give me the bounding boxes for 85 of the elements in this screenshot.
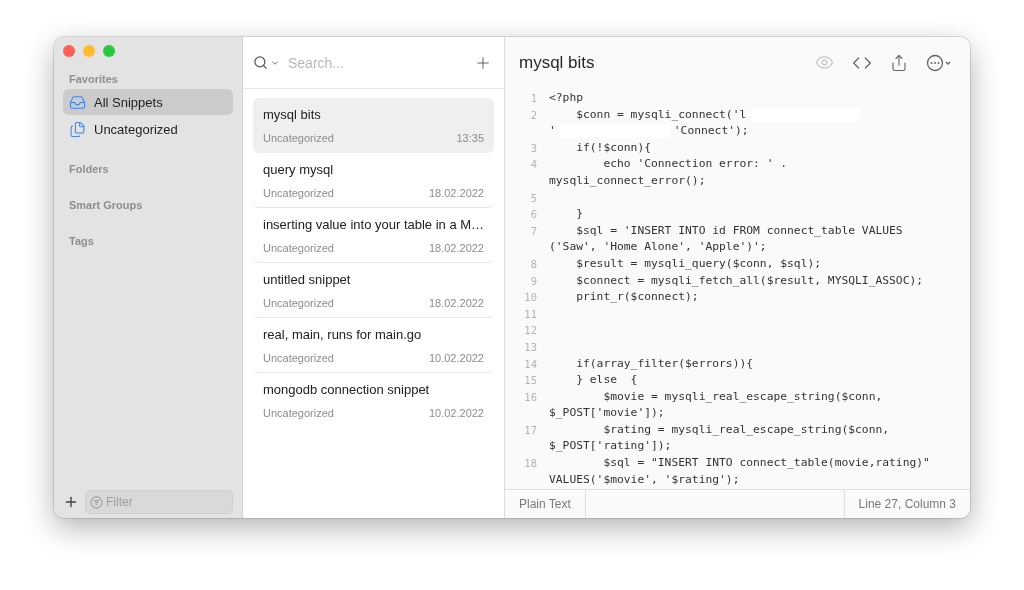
sidebar-item[interactable]: Uncategorized (63, 116, 233, 142)
code-text: $sql = 'INSERT INTO id FROM connect_table VALUES (575, 222, 903, 239)
snippet-date: 18.02.2022 (428, 297, 484, 309)
code-text: if(!$conn){ (575, 139, 652, 156)
share-icon[interactable] (890, 53, 908, 72)
language-label[interactable]: Plain Text (505, 490, 586, 518)
minimize-window-button[interactable] (83, 45, 95, 57)
snippet-title: inserting value into your table in a M… (263, 217, 484, 232)
snippet-category: Uncategorized (263, 187, 334, 199)
filter-icon (90, 495, 103, 509)
line-number: 13 (523, 339, 538, 355)
code-text: ('Saw', 'Home Alone', 'Apple')'; (549, 239, 767, 256)
code-text: $result = mysqli_query($conn, $sql); (575, 255, 822, 272)
code-text: 'Connect'); (673, 123, 749, 140)
code-text: } (575, 206, 583, 223)
code-text: echo 'Connection error: ' . (602, 156, 788, 173)
cursor-position: Line 27, Column 3 (843, 490, 970, 518)
code-text: mysqli_connect_error(); (549, 172, 706, 189)
snippet-item[interactable]: untitled snippet Uncategorized 18.02.2022 (253, 263, 494, 318)
snippet-item[interactable]: mongodb connection snippet Uncategorized 10.02.2022 (253, 373, 494, 428)
snippet-title: untitled snippet (263, 272, 352, 287)
code-text: $movie = mysqli_real_escape_string($conn, (602, 388, 883, 405)
line-number: 18 (523, 456, 538, 472)
add-icon[interactable] (63, 494, 79, 510)
line-number: 4 (529, 157, 538, 173)
snippet-category: Uncategorized (263, 242, 334, 254)
zoom-window-button[interactable] (103, 45, 115, 57)
preview-icon[interactable] (815, 53, 834, 72)
code-text: $_POST['rating']); (549, 438, 672, 455)
line-number: 1 (529, 91, 538, 106)
line-number: 9 (529, 273, 538, 289)
sidebar-section-title: Smart Groups (69, 199, 144, 211)
snippet-date: 18.02.2022 (428, 242, 484, 254)
line-number: 14 (523, 356, 538, 372)
code-text: $connect = mysqli_fetch_all($result, MYSQLI_ASSOC); (575, 272, 924, 289)
code-text: $rating = mysqli_real_escape_string($conn, (602, 421, 890, 438)
tray-icon (69, 93, 86, 111)
line-number: 11 (523, 306, 538, 322)
snippet-title: query mysql (263, 162, 335, 177)
snippet-date: 13:35 (456, 132, 484, 144)
snippet-item[interactable]: query mysql Uncategorized 18.02.2022 (253, 153, 494, 208)
snippet-title: real, main, runs for main.go (263, 327, 423, 342)
code-text: <?php (549, 90, 583, 106)
snippet-title: mongodb connection snippet (263, 382, 431, 397)
snippet-category: Uncategorized (263, 297, 334, 309)
snippet-title: mysql bits (263, 107, 322, 122)
line-number: 10 (523, 290, 538, 306)
snippet-category: Uncategorized (263, 407, 334, 419)
documents-icon (69, 120, 86, 138)
snippet-date: 10.02.2022 (428, 352, 484, 364)
line-number: 15 (523, 373, 538, 389)
code-text: $conn = mysqli_connect('l (575, 106, 747, 123)
code-text: VALUES('$movie', '$rating'); (549, 471, 740, 488)
more-icon[interactable] (926, 53, 952, 72)
close-window-button[interactable] (63, 45, 75, 57)
code-text: if(array_filter($errors)){ (575, 355, 754, 372)
snippet-category: Uncategorized (263, 352, 334, 364)
code-text: } else { (575, 372, 638, 389)
sidebar-item[interactable]: All Snippets (63, 89, 233, 115)
code-text: $sql = "INSERT INTO connect_table(movie,rating)" (602, 455, 930, 472)
line-number: 17 (523, 422, 538, 438)
sidebar-section-title: Favorites (69, 73, 119, 85)
line-number: 3 (529, 140, 538, 156)
line-number: 12 (523, 323, 538, 339)
line-number: 6 (529, 207, 538, 223)
line-number: 8 (529, 256, 538, 272)
line-number: 7 (529, 223, 538, 239)
sidebar-item-label: All Snippets (94, 94, 163, 110)
search-icon (253, 55, 268, 70)
snippet-item[interactable]: real, main, runs for main.go Uncategorized 10.02.2022 (253, 318, 494, 373)
sidebar-section-title: Tags (69, 235, 95, 247)
snippet-item[interactable]: mysql bits Uncategorized 13:35 (253, 98, 494, 153)
snippet-category: Uncategorized (263, 132, 334, 144)
snippet-date: 10.02.2022 (428, 407, 484, 419)
line-number: 5 (529, 190, 538, 206)
snippet-item[interactable]: inserting value into your table in a M… Uncategorized 18.02.2022 (253, 208, 494, 263)
code-text: $_POST['movie']); (549, 405, 665, 422)
line-number: 16 (523, 389, 538, 405)
snippet-title: mysql bits (519, 52, 596, 73)
line-number: 2 (529, 107, 538, 123)
code-text: ' (549, 123, 556, 140)
snippet-date: 18.02.2022 (428, 187, 484, 199)
sidebar-section-title: Folders (69, 163, 110, 175)
sidebar-item-label: Uncategorized (94, 121, 178, 137)
code-text: print_r($connect); (575, 289, 699, 306)
